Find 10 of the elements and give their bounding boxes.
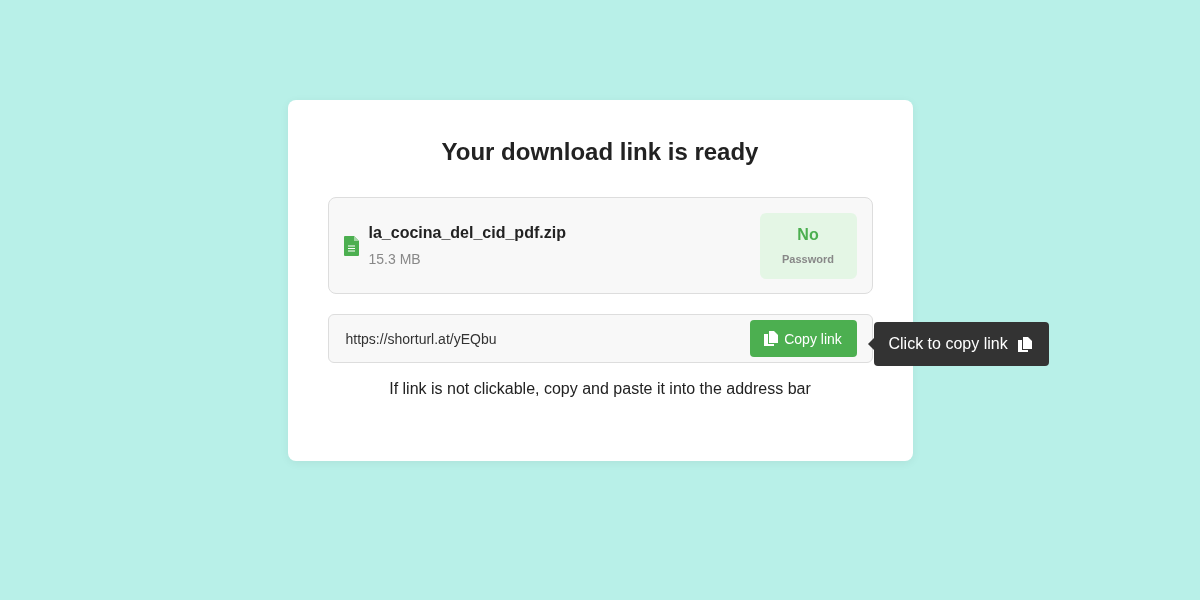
hint-text: If link is not clickable, copy and paste it into the address bar	[388, 380, 812, 398]
password-label: Password	[782, 253, 834, 265]
page-title: Your download link is ready	[440, 138, 760, 166]
copy-icon	[764, 331, 779, 346]
link-field[interactable]: https://shorturl.at/yEQbu Copy link	[327, 314, 873, 363]
password-value: No	[797, 226, 819, 244]
file-name: la_cocina_del_cid_pdf.zip	[368, 224, 567, 242]
file-size: 15.3 MB	[368, 251, 422, 267]
copy-icon	[1017, 336, 1032, 352]
document-icon	[343, 235, 359, 256]
